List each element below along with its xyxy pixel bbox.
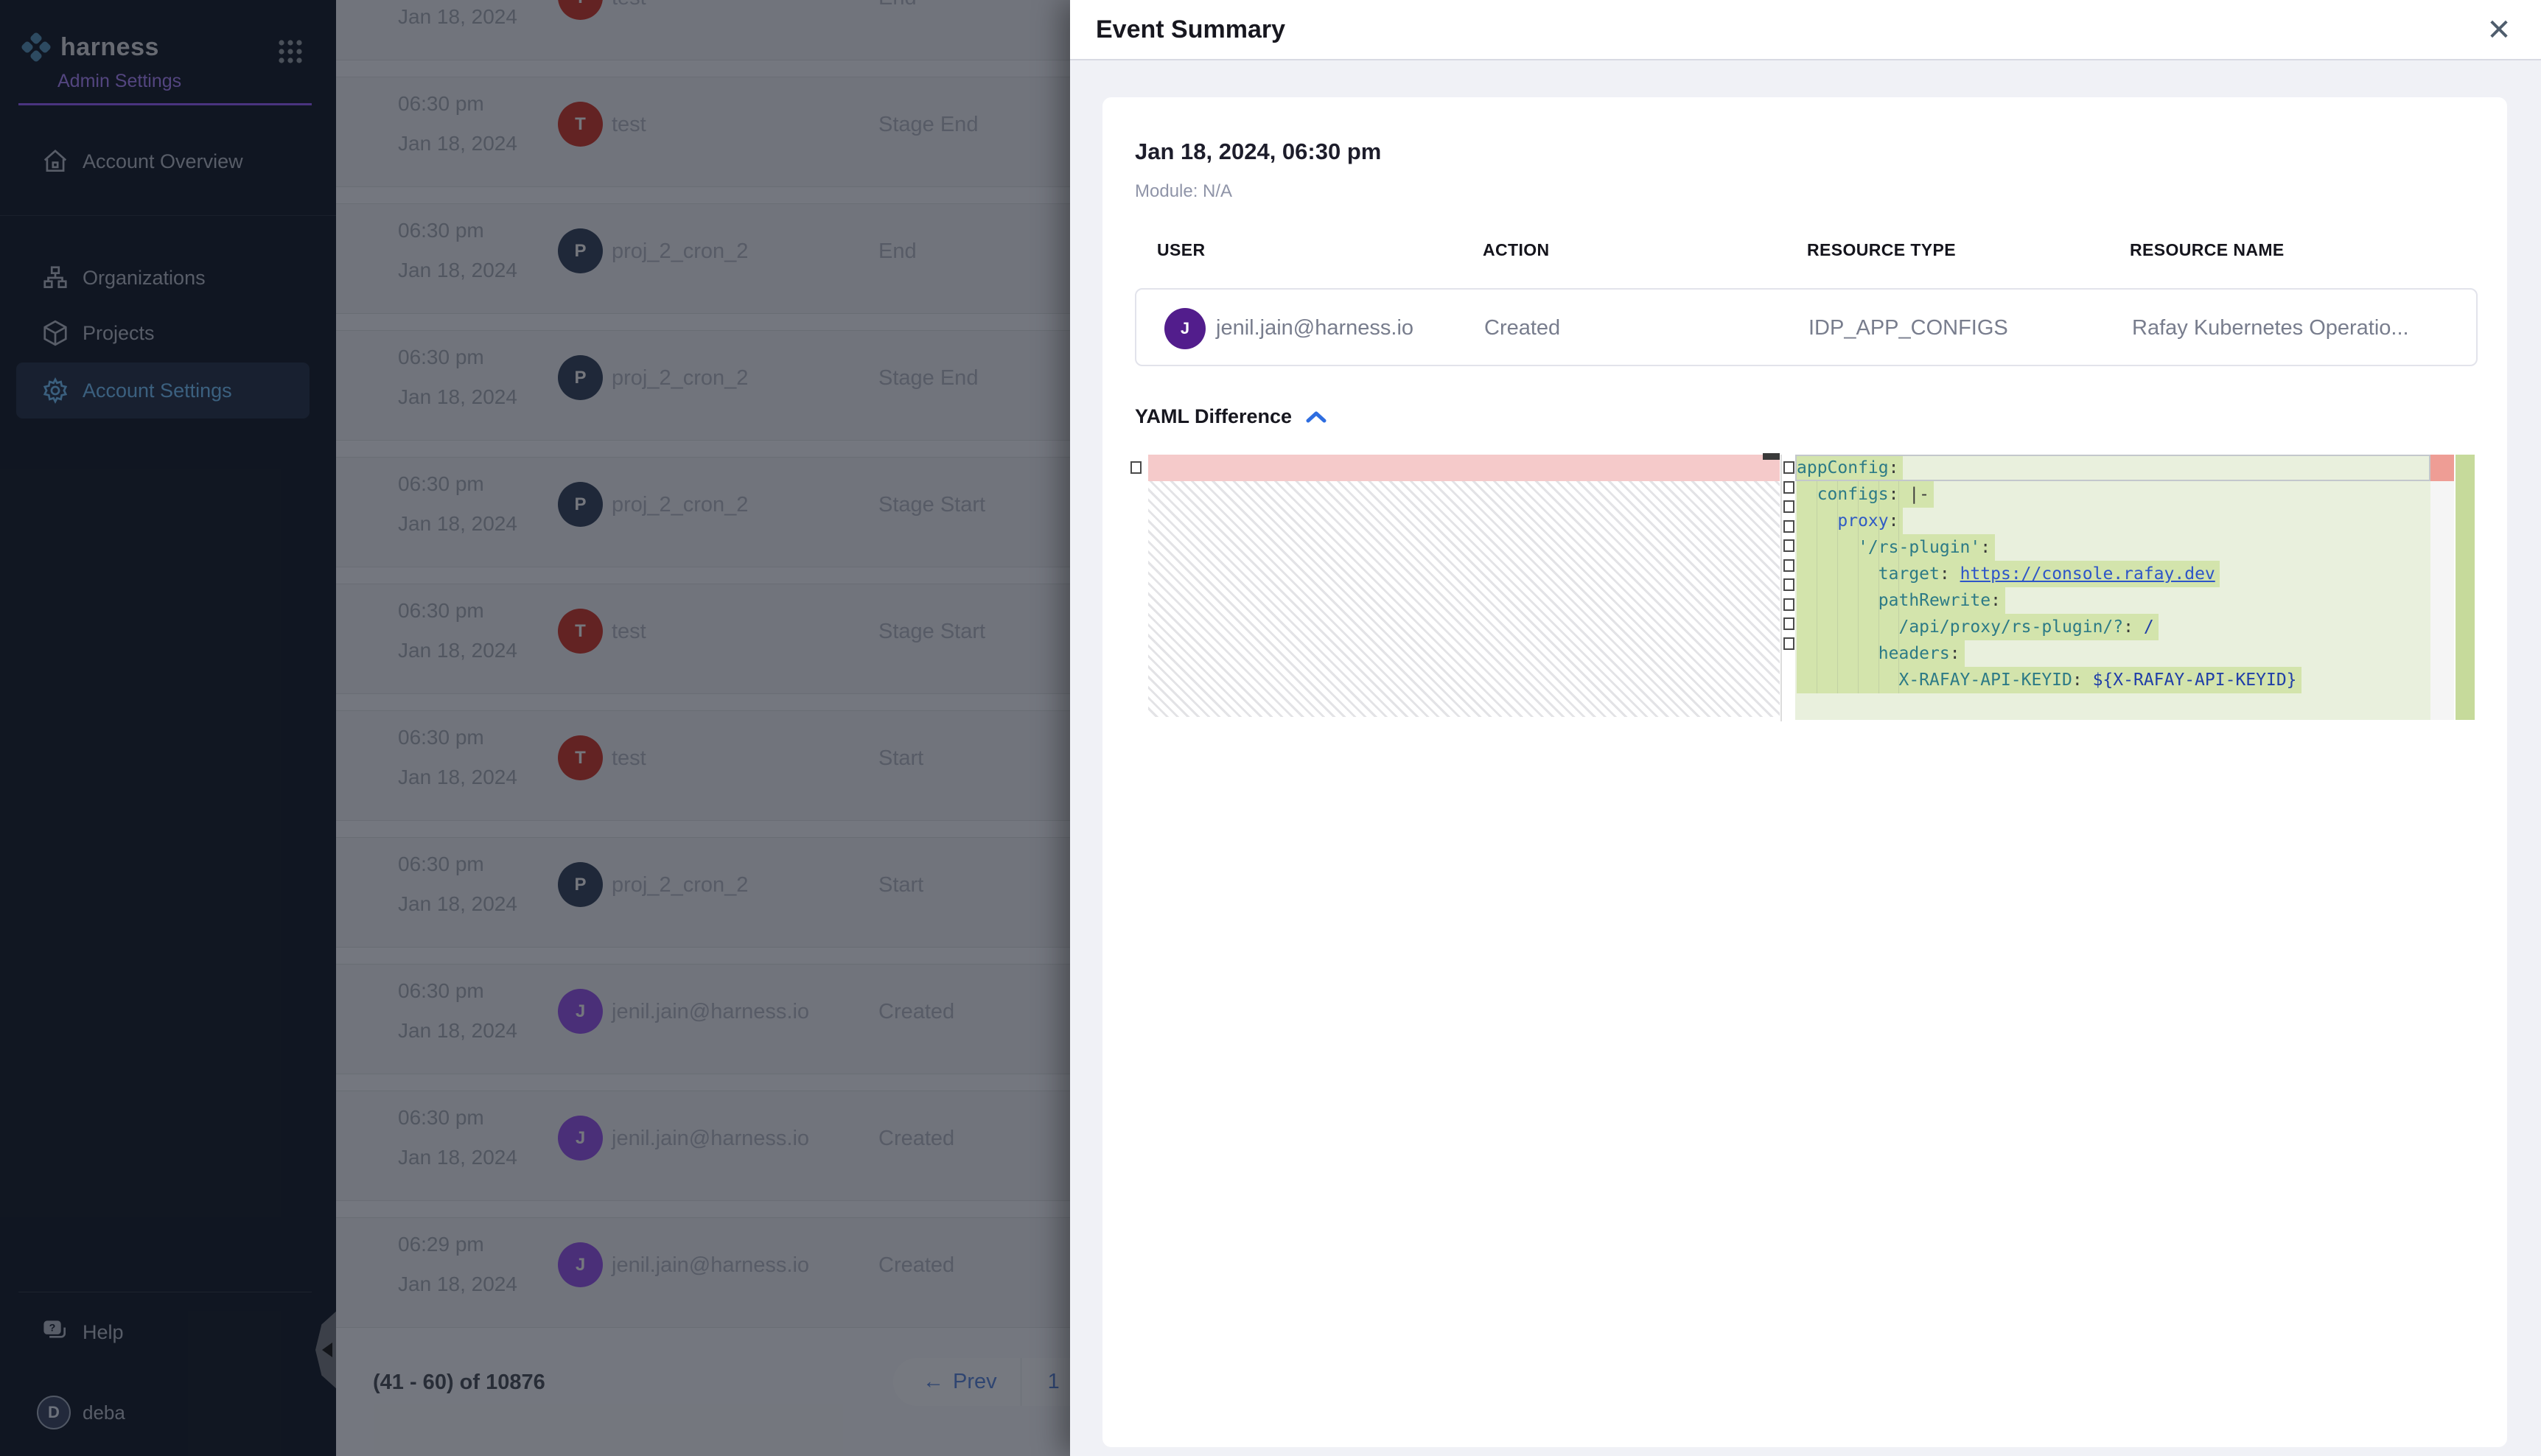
drawer-header: Event Summary ✕ [1070,0,2541,60]
diff-pane-divider [1780,455,1782,721]
code-line: proxy: [1795,508,2430,534]
event-row: J jenil.jain@harness.io Created IDP_APP_… [1135,288,2478,366]
close-icon[interactable]: ✕ [2479,10,2519,50]
diff-original-gutter [1130,455,1145,474]
column-header-action: ACTION [1483,240,1550,260]
event-module: Module: N/A [1135,181,1232,202]
diff-added-code: appConfig: configs: |- proxy: '/rs-plugi… [1795,455,2430,720]
event-resource-type: IDP_APP_CONFIGS [1808,316,2008,340]
diff-line-marker [1783,500,1794,513]
code-line: pathRewrite: [1795,587,2430,614]
diff-removed-line [1148,455,1780,481]
code-line: X-RAFAY-API-KEYID: ${X-RAFAY-API-KEYID} [1795,667,2430,693]
code-line: '/rs-plugin': [1795,534,2430,561]
diff-empty-region [1148,481,1780,717]
diff-line-marker [1783,617,1794,630]
overview-added-mark [2456,455,2475,720]
diff-line-marker [1783,598,1794,611]
modal-backdrop[interactable] [0,0,1070,1456]
diff-line-marker [1783,637,1794,650]
event-user: jenil.jain@harness.io [1216,316,1413,340]
yaml-difference-toggle[interactable]: YAML Difference [1135,405,1327,428]
overview-removed-mark [2430,455,2454,481]
chevron-up-icon [1305,409,1327,425]
diff-line-marker [1783,461,1794,474]
code-line: configs: |- [1795,481,2430,508]
diff-line-marker [1783,520,1794,533]
code-line: /api/proxy/rs-plugin/?: / [1795,614,2430,640]
event-resource-name: Rafay Kubernetes Operatio... [2132,316,2409,340]
event-summary-drawer: Event Summary ✕ Jan 18, 2024, 06:30 pm M… [1070,0,2541,1456]
column-header-resource-name: RESOURCE NAME [2130,240,2285,260]
column-header-user: USER [1157,240,1206,260]
page-title: Event Summary [1096,15,1285,44]
event-datetime: Jan 18, 2024, 06:30 pm [1135,139,1381,165]
diff-line-marker [1783,481,1794,494]
diff-modified-gutter [1783,455,1795,657]
code-line [1795,693,2430,720]
code-line: headers: [1795,640,2430,667]
diff-line-marker [1783,539,1794,552]
diff-scrollbar[interactable] [2430,455,2454,720]
code-line: appConfig: [1795,455,2430,481]
diff-sash-handle [1763,453,1780,460]
event-summary-card: Jan 18, 2024, 06:30 pm Module: N/A USER … [1102,97,2507,1447]
code-line: target: https://console.rafay.dev [1795,561,2430,587]
diff-line-marker [1130,461,1142,474]
avatar: J [1164,308,1206,349]
diff-line-marker [1783,578,1794,591]
yaml-diff-editor[interactable]: appConfig: configs: |- proxy: '/rs-plugi… [1130,455,2478,721]
event-action: Created [1484,316,1560,340]
diff-line-marker [1783,559,1794,572]
column-header-resource-type: RESOURCE TYPE [1807,240,1956,260]
